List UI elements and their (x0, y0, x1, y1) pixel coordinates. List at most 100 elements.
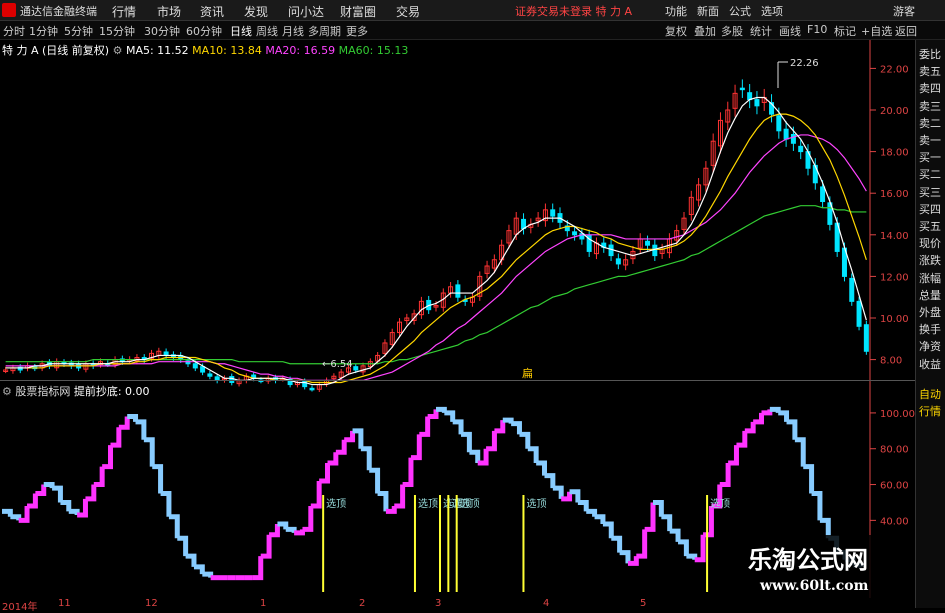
period-multi[interactable]: 多周期 (308, 23, 341, 39)
app-logo-icon (2, 3, 16, 17)
period-more[interactable]: 更多 (346, 23, 368, 39)
candle-body (652, 244, 658, 257)
sidebar-item[interactable]: 换手 (919, 321, 941, 337)
indicator-step (168, 514, 180, 539)
period-1min[interactable]: 1分钟 (29, 23, 58, 39)
indicator-step (52, 485, 63, 503)
settings-icon[interactable]: ⚙ (2, 385, 15, 398)
menu-functions[interactable]: 功能 (665, 3, 687, 19)
tool-overlay[interactable]: 叠加 (694, 23, 716, 39)
period-60min[interactable]: 60分钟 (186, 23, 222, 39)
indicator-step (360, 446, 372, 471)
period-5min[interactable]: 5分钟 (64, 23, 93, 39)
indicator-step (511, 421, 522, 435)
sidebar-item[interactable]: 买五 (919, 218, 941, 234)
ma60-line (5, 205, 867, 365)
menu-market[interactable]: 市场 (157, 3, 181, 20)
menu-discover[interactable]: 发现 (244, 3, 268, 20)
indicator-step (811, 491, 823, 521)
sidebar-item[interactable]: 收益 (919, 356, 941, 372)
sidebar-item[interactable]: 买一 (919, 149, 941, 165)
sidebar-item[interactable]: 涨幅 (919, 270, 941, 286)
indicator-step (761, 409, 773, 416)
sidebar-item[interactable]: 委比 (919, 46, 941, 62)
sidebar-item[interactable]: 卖一 (919, 132, 941, 148)
indicator-step (18, 506, 30, 523)
menu-guest[interactable]: 游客 (893, 3, 915, 19)
menu-formula[interactable]: 公式 (729, 3, 751, 19)
indicator-step (102, 445, 113, 470)
indicator-step (611, 535, 623, 553)
indicator-step (319, 463, 330, 484)
tool-adjust[interactable]: 复权 (665, 23, 687, 39)
menu-assistant[interactable]: 问小达 (288, 3, 324, 20)
sidebar-item[interactable]: 卖五 (919, 63, 941, 79)
price-chart[interactable]: 22.00 20.00 18.00 16.00 14.00 12.00 10.00 8.00 2… (0, 40, 915, 598)
price-label: 10.00 (880, 314, 909, 325)
indicator-label: 40.00 (880, 516, 909, 527)
ma5-line (5, 96, 867, 386)
period-daily[interactable]: 日线 (230, 23, 252, 39)
period-monthly[interactable]: 月线 (282, 23, 304, 39)
sidebar-item[interactable]: 净资 (919, 338, 941, 354)
sidebar-item[interactable]: 卖二 (919, 115, 941, 131)
indicator-step (135, 419, 147, 440)
period-15min[interactable]: 15分钟 (99, 23, 135, 39)
tool-back[interactable]: 返回 (895, 23, 917, 39)
indicator-step (444, 410, 456, 422)
period-30min[interactable]: 30分钟 (144, 23, 180, 39)
indicator-step (661, 514, 673, 532)
indicator-step (536, 460, 547, 476)
tool-mark[interactable]: 标记 (834, 23, 856, 39)
low-price-label: ←6.54 (322, 359, 353, 370)
sidebar-item[interactable]: 行情 (919, 403, 941, 419)
sidebar-item[interactable]: 买四 (919, 201, 941, 217)
indicator-step (193, 564, 205, 575)
period-timeshare[interactable]: 分时 (3, 23, 25, 39)
tool-multi-stock[interactable]: 多股 (721, 23, 743, 39)
sidebar-item[interactable]: 买二 (919, 166, 941, 182)
indicator-step (577, 499, 589, 512)
indicator-step (678, 539, 689, 557)
indicator-step (269, 523, 280, 538)
indicator-step (118, 416, 130, 430)
menu-news[interactable]: 资讯 (200, 3, 224, 20)
indicator-label: 100.00 (880, 409, 915, 420)
menu-bar: 通达信金融终端 行情 市场 资讯 发现 问小达 财富圈 交易 证券交易未登录 特… (0, 0, 945, 21)
sidebar-item[interactable]: 卖四 (919, 80, 941, 96)
sidebar-item[interactable]: 涨跌 (919, 252, 941, 268)
tool-draw[interactable]: 画线 (779, 23, 801, 39)
indicator-step (552, 485, 564, 499)
tool-stats[interactable]: 统计 (750, 23, 772, 39)
signal-label: 选顶 (526, 497, 546, 510)
candle-body (798, 145, 804, 153)
indicator-step (310, 480, 322, 509)
indicator-step (786, 419, 798, 440)
indicator-step (252, 556, 264, 581)
menu-wealth[interactable]: 财富圈 (340, 3, 376, 20)
indicator-step (636, 529, 648, 559)
menu-options[interactable]: 选项 (761, 3, 783, 19)
indicator-step (686, 553, 698, 560)
sidebar-item[interactable]: 总量 (919, 287, 941, 303)
candle-body (550, 209, 556, 217)
tool-add-watchlist[interactable]: +自选 (861, 23, 892, 39)
candle-body (754, 99, 760, 107)
ma20-line (5, 134, 867, 381)
sidebar-item[interactable]: 外盘 (919, 304, 941, 320)
sidebar-item[interactable]: 卖三 (919, 98, 941, 114)
menu-quotes[interactable]: 行情 (112, 3, 136, 20)
sidebar-item[interactable]: 现价 (919, 235, 941, 251)
tool-f10[interactable]: F10 (807, 23, 827, 36)
menu-trade[interactable]: 交易 (396, 3, 420, 20)
sidebar-item[interactable]: 买三 (919, 184, 941, 200)
indicator-step (778, 410, 790, 422)
menu-new-page[interactable]: 新面 (697, 3, 719, 19)
period-weekly[interactable]: 周线 (256, 23, 278, 39)
price-label: 8.00 (880, 356, 902, 367)
x-label: 2014年 (2, 602, 38, 613)
indicator-step (719, 463, 731, 488)
login-warning: 证券交易未登录 特 力 A (515, 5, 633, 18)
x-label: 2 (359, 598, 366, 609)
sidebar-item[interactable]: 自动 (919, 386, 941, 402)
